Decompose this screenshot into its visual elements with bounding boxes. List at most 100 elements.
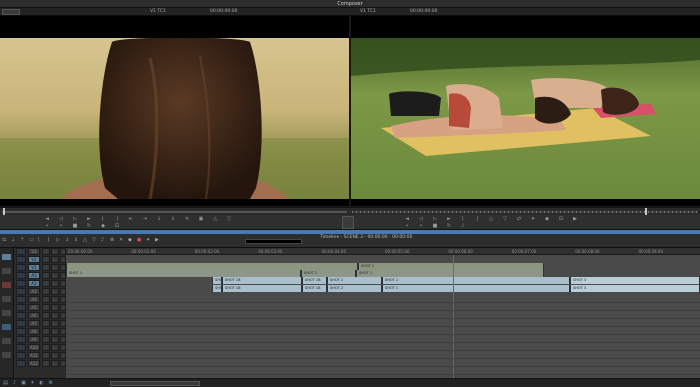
empty-track-row[interactable] xyxy=(66,327,700,335)
jog-forward-icon[interactable]: » xyxy=(54,223,68,229)
track-record-button[interactable] xyxy=(16,304,26,311)
timeline-overwrite-icon[interactable]: ⇓ xyxy=(74,237,80,243)
empty-track-row[interactable] xyxy=(66,367,700,375)
splice-icon[interactable]: ↓ xyxy=(152,216,166,222)
status-color-icon[interactable]: ◐ xyxy=(38,380,45,386)
record-tc-label[interactable]: V1 TC1 xyxy=(360,9,376,14)
record-stop-icon[interactable]: ■ xyxy=(428,223,442,229)
track-record-button[interactable] xyxy=(16,344,26,351)
clip-a1-d[interactable]: SHOT 2 xyxy=(327,277,382,284)
empty-track-row[interactable] xyxy=(66,359,700,367)
empty-track-row[interactable] xyxy=(66,311,700,319)
track-name-button[interactable]: A4 xyxy=(28,296,40,303)
sidebar-lock-toggle[interactable] xyxy=(2,310,11,316)
track-name-button[interactable]: A8 xyxy=(28,328,40,335)
track-lock-button[interactable] xyxy=(51,280,59,287)
track-lock-button[interactable] xyxy=(51,248,59,255)
track-monitor-button[interactable] xyxy=(42,248,50,255)
timeline-clear-icon[interactable]: ✕ xyxy=(119,237,125,243)
timeline-play-icon[interactable]: ▷ xyxy=(56,237,62,243)
track-monitor-button[interactable] xyxy=(42,280,50,287)
track-monitor-button[interactable] xyxy=(42,264,50,271)
track-name-button[interactable]: A1 xyxy=(28,272,40,279)
track-name-button[interactable]: V2 xyxy=(28,256,40,263)
clip-a2-b[interactable]: SHOT 1B xyxy=(222,285,302,292)
record-snapshot-icon[interactable]: ⊡ xyxy=(554,216,568,222)
clip-v2-b[interactable]: SHOT 2 xyxy=(358,263,544,270)
sidebar-solo-toggle[interactable] xyxy=(2,352,11,358)
timeline-effect-icon[interactable]: ✦ xyxy=(146,237,152,243)
stop-icon[interactable]: ■ xyxy=(68,223,82,229)
track-monitor-button[interactable] xyxy=(42,336,50,343)
sidebar-video-toggle[interactable] xyxy=(2,254,11,260)
go-to-in-icon[interactable]: ⇤ xyxy=(124,216,138,222)
status-audio-icon[interactable]: ♪ xyxy=(11,380,18,386)
empty-track-row[interactable] xyxy=(66,303,700,311)
clip-a2-e[interactable]: SHOT 1 xyxy=(382,285,570,292)
clear-marks-icon[interactable]: ✕ xyxy=(180,216,194,222)
timeline-record-icon[interactable]: ● xyxy=(137,237,143,243)
track-record-button[interactable] xyxy=(16,296,26,303)
clip-v1-c[interactable]: SHOT 1 xyxy=(356,270,544,277)
record-effect-icon[interactable]: ✦ xyxy=(526,216,540,222)
overwrite-icon[interactable]: ⇓ xyxy=(166,216,180,222)
clip-v1-b[interactable]: SHOT 2 xyxy=(301,270,356,277)
clip-a2-f[interactable]: SHOT 3 xyxy=(570,285,700,292)
record-jog-forward-icon[interactable]: » xyxy=(414,223,428,229)
track-name-button[interactable]: A5 xyxy=(28,304,40,311)
track-lock-button[interactable] xyxy=(51,304,59,311)
center-divider-button[interactable] xyxy=(342,216,354,229)
timeline-zoom-field[interactable] xyxy=(245,239,302,244)
extract-icon[interactable]: ▽ xyxy=(222,216,236,222)
source-position-bar[interactable] xyxy=(2,211,347,213)
record-mark-in-icon[interactable]: ◄ xyxy=(400,216,414,222)
clip-v2-a[interactable] xyxy=(66,263,358,270)
extract-splice-icon[interactable]: ⇡ xyxy=(20,237,26,243)
timeline-ruler[interactable]: 00:00:00:00 00:00:01:00 00:00:02:00 00:00:0… xyxy=(66,248,700,255)
track-monitor-button[interactable] xyxy=(42,288,50,295)
record-play-icon[interactable]: ▷ xyxy=(428,216,442,222)
track-name-button[interactable]: A7 xyxy=(28,320,40,327)
clip-a1-a[interactable]: SHOT 1B xyxy=(212,277,222,284)
track-monitor-button[interactable] xyxy=(42,312,50,319)
status-link-icon[interactable]: ⊗ xyxy=(47,380,54,386)
record-marker-icon[interactable]: ◆ xyxy=(540,216,554,222)
track-name-button[interactable]: V3 xyxy=(28,248,40,255)
mark-out-button-icon[interactable]: ⌋ xyxy=(110,216,124,222)
snapshot-tool-icon[interactable]: ▭ xyxy=(29,237,35,243)
go-to-out-icon[interactable]: ⇥ xyxy=(138,216,152,222)
track-lock-button[interactable] xyxy=(51,296,59,303)
sidebar-record-toggle[interactable] xyxy=(2,282,11,288)
track-record-button[interactable] xyxy=(16,248,26,255)
track-name-button[interactable]: A12 xyxy=(28,360,40,367)
timeline-tracks[interactable]: SHOT 2 SHOT 1 SHOT 2 SHOT 1 SHOT 1B SHOT… xyxy=(66,255,700,378)
track-lock-button[interactable] xyxy=(51,288,59,295)
clip-a2-d[interactable]: SHOT 2 xyxy=(327,285,382,292)
record-in-icon[interactable]: ⌊ xyxy=(456,216,470,222)
status-video-icon[interactable]: ▣ xyxy=(20,380,27,386)
track-monitor-button[interactable] xyxy=(42,304,50,311)
timeline-lift-icon[interactable]: △ xyxy=(83,237,89,243)
record-out-icon[interactable]: ⌋ xyxy=(470,216,484,222)
timeline-link-icon[interactable]: ⊗ xyxy=(110,237,116,243)
track-name-button[interactable]: A10 xyxy=(28,344,40,351)
empty-track-row[interactable] xyxy=(66,351,700,359)
track-record-button[interactable] xyxy=(16,328,26,335)
track-monitor-button[interactable] xyxy=(42,360,50,367)
track-monitor-button[interactable] xyxy=(42,296,50,303)
mark-in-button-icon[interactable]: ⌊ xyxy=(96,216,110,222)
track-record-button[interactable] xyxy=(16,272,26,279)
record-loop-icon[interactable]: ↻ xyxy=(442,223,456,229)
track-record-button[interactable] xyxy=(16,256,26,263)
clip-a1-c[interactable]: SHOT 1B xyxy=(302,277,327,284)
timeline-extract-icon[interactable]: ▽ xyxy=(92,237,98,243)
track-name-button[interactable]: A9 xyxy=(28,336,40,343)
track-monitor-button[interactable] xyxy=(42,352,50,359)
timeline-scrollbar[interactable] xyxy=(110,381,200,386)
track-lock-button[interactable] xyxy=(51,336,59,343)
clip-a1-e[interactable]: SHOT 1 xyxy=(382,277,570,284)
timeline-render-icon[interactable]: ▶ xyxy=(155,237,161,243)
clip-a2-a[interactable]: SHOT 1B xyxy=(212,285,222,292)
timeline-in-icon[interactable]: ⌊ xyxy=(38,237,44,243)
jog-back-icon[interactable]: « xyxy=(40,223,54,229)
